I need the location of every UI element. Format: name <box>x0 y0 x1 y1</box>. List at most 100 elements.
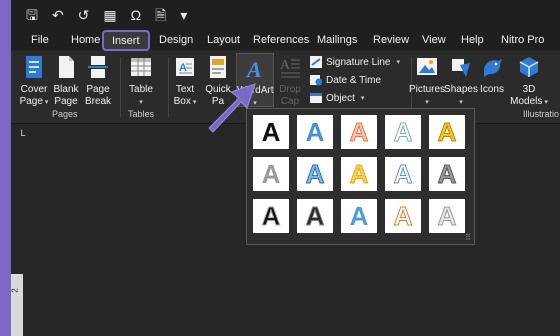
cube-icon <box>519 57 539 77</box>
svg-text:A: A <box>280 58 291 73</box>
blank-page-button[interactable]: Blank Page <box>51 55 81 108</box>
wordart-style-2[interactable]: A <box>297 115 333 149</box>
customize-icon[interactable]: ▾ <box>180 8 187 22</box>
tab-help[interactable]: Help <box>455 31 490 49</box>
signature-line-label: Signature Line <box>326 56 391 68</box>
tab-home[interactable]: Home <box>65 31 106 49</box>
picture-icon <box>417 58 437 75</box>
drop-cap-label-2: Cap <box>280 96 300 107</box>
shapes-label: Shapes <box>444 84 478 95</box>
wordart-style-5[interactable]: A <box>429 115 465 149</box>
text-box-button[interactable]: A Text Box ▾ <box>171 55 199 109</box>
chevron-down-icon: ▾ <box>360 95 365 102</box>
page-break-button[interactable]: Page Break <box>82 55 114 108</box>
chevron-down-icon: ▾ <box>542 99 548 106</box>
wordart-style-12[interactable]: A <box>297 199 333 233</box>
pointer-arrow-icon <box>208 83 256 133</box>
tab-mailings[interactable]: Mailings <box>311 31 363 49</box>
wordart-sample-letter: A <box>261 117 281 147</box>
table-icon[interactable]: ▦ <box>103 8 116 22</box>
cover-page-button[interactable]: Cover Page ▾ <box>17 55 51 109</box>
3d-models-label-1: 3D <box>522 84 536 95</box>
date-time-button[interactable]: Date & Time <box>310 72 381 88</box>
document-icon[interactable]: 🗎 <box>155 8 166 22</box>
wordart-sample-letter: A <box>305 117 325 147</box>
vertical-ruler: 2 <box>11 274 23 336</box>
wordart-sample-letter: A <box>393 159 413 189</box>
tab-design[interactable]: Design <box>153 31 199 49</box>
shapes-button[interactable]: Shapes ▾ <box>444 55 478 109</box>
undo-icon[interactable]: ↶ <box>52 8 64 22</box>
wordart-sample-letter: A <box>261 201 281 231</box>
drop-cap-label-1: Drop <box>279 84 301 95</box>
wordart-style-13[interactable]: A <box>341 199 377 233</box>
page-break-label-2: Break <box>84 96 112 107</box>
text-box-label-1: Text <box>175 84 195 95</box>
wordart-style-7[interactable]: A <box>297 157 333 191</box>
table-grid-icon <box>131 58 151 76</box>
wordart-style-15[interactable]: A <box>429 199 465 233</box>
blank-page-label-1: Blank <box>53 84 79 95</box>
ribbon-tabs: File Home Insert Design Layout Reference… <box>11 30 560 51</box>
calendar-clock-icon <box>310 75 322 86</box>
tab-view[interactable]: View <box>416 31 452 49</box>
wordart-style-11[interactable]: A <box>253 199 289 233</box>
tab-references[interactable]: References <box>247 31 315 49</box>
quick-parts-icon <box>210 56 226 78</box>
wordart-style-4[interactable]: A <box>385 115 421 149</box>
svg-text:A: A <box>245 57 262 80</box>
wordart-sample-letter: A <box>393 117 413 147</box>
blank-page-icon <box>59 56 74 78</box>
bird-icon <box>484 59 502 77</box>
wordart-style-14[interactable]: A <box>385 199 421 233</box>
wordart-style-6[interactable]: A <box>253 157 289 191</box>
ruler-tab-selector[interactable]: L <box>17 127 29 139</box>
icons-button[interactable]: Icons <box>478 55 506 96</box>
quick-access-toolbar: 🖫 ↶ ↺ ▦ Ω 🗎 ▾ <box>11 0 560 30</box>
pictures-label: Pictures <box>408 84 446 95</box>
save-icon[interactable]: 🖫 <box>26 8 38 22</box>
resize-grip-icon[interactable]: ⠿ <box>465 233 471 242</box>
wordart-style-8[interactable]: A <box>341 157 377 191</box>
object-button[interactable]: Object ▾ <box>310 90 364 106</box>
object-icon <box>310 93 322 103</box>
signature-line-button[interactable]: Signature Line ▾ <box>310 54 400 70</box>
wordart-sample-letter: A <box>393 201 413 231</box>
wordart-gallery: AAAAAAAAAAAAAAA ⠿ <box>246 108 475 245</box>
tab-file[interactable]: File <box>25 31 55 49</box>
wordart-sample-letter: A <box>437 159 457 189</box>
icons-label: Icons <box>480 84 504 95</box>
chevron-down-icon: ▾ <box>459 99 463 106</box>
chevron-down-icon: ▾ <box>42 99 49 106</box>
omega-icon[interactable]: Ω <box>131 8 141 22</box>
wordart-sample-letter: A <box>437 117 457 147</box>
signature-pen-icon <box>310 56 322 68</box>
3d-models-label-2: Models <box>510 96 543 107</box>
tab-layout[interactable]: Layout <box>201 31 246 49</box>
tab-review[interactable]: Review <box>367 31 415 49</box>
wordart-style-9[interactable]: A <box>385 157 421 191</box>
pictures-button[interactable]: Pictures ▾ <box>408 55 446 109</box>
redo-icon[interactable]: ↺ <box>78 8 90 22</box>
group-label-illustrations: Illustratio <box>523 109 560 119</box>
chevron-down-icon: ▾ <box>139 99 143 106</box>
3d-models-button[interactable]: 3D Models ▾ <box>509 55 549 109</box>
tab-insert[interactable]: Insert <box>102 30 150 51</box>
date-time-label: Date & Time <box>326 74 382 86</box>
wordart-sample-letter: A <box>261 159 281 189</box>
group-divider <box>120 57 121 117</box>
wordart-sample-letter: A <box>437 201 457 231</box>
wordart-style-3[interactable]: A <box>341 115 377 149</box>
table-button[interactable]: Table ▾ <box>125 55 157 109</box>
table-label: Table <box>129 84 153 95</box>
group-label-tables: Tables <box>128 109 155 119</box>
chevron-down-icon: ▾ <box>396 59 401 66</box>
word-window: 🖫 ↶ ↺ ▦ Ω 🗎 ▾ File Home Insert Design La… <box>11 0 560 336</box>
wordart-style-10[interactable]: A <box>429 157 465 191</box>
tab-nitro-pro[interactable]: Nitro Pro <box>495 31 550 49</box>
chevron-down-icon: ▾ <box>425 99 429 106</box>
wordart-sample-letter: A <box>349 117 369 147</box>
drop-cap-button[interactable]: A Drop Cap <box>277 55 303 108</box>
chevron-down-icon: ▾ <box>190 99 197 106</box>
cover-page-label-2: Page <box>19 96 43 107</box>
